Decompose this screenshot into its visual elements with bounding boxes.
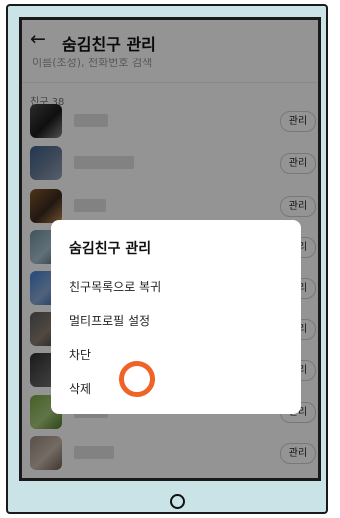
multiprofile-option[interactable]: 멀티프로필 설정 — [69, 312, 150, 329]
block-option[interactable]: 차단 — [69, 346, 91, 363]
phone-screen: ← 숨김친구 관리 이름(초성), 전화번호 검색 친구 38 관리 관리 관리 관리… — [19, 17, 321, 481]
dialog-title: 숨김친구 관리 — [69, 241, 152, 257]
delete-option[interactable]: 삭제 — [69, 380, 91, 397]
home-button[interactable] — [170, 494, 185, 509]
restore-to-friends-option[interactable]: 친구목록으로 복귀 — [69, 278, 161, 295]
manage-dialog: 숨김친구 관리 친구목록으로 복귀 멀티프로필 설정 차단 삭제 — [51, 220, 301, 414]
tap-indicator-circle — [119, 361, 155, 397]
